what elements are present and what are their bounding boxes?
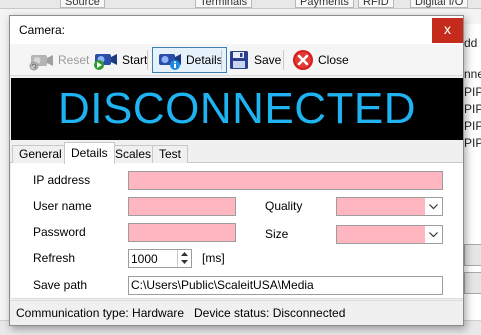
- start-button-label: Start: [122, 53, 148, 67]
- close-icon: [293, 50, 313, 70]
- chevron-down-icon[interactable]: [178, 258, 191, 266]
- background-list-item: nne: [464, 67, 481, 81]
- chevron-down-icon[interactable]: [425, 226, 442, 243]
- reset-button[interactable]: Reset: [24, 47, 93, 73]
- background-tab-strip: Source Terminals Payments RFID Digital I…: [0, 0, 481, 9]
- user-name-field[interactable]: [128, 197, 236, 216]
- chevron-up-icon[interactable]: [178, 250, 191, 258]
- stepper-buttons: [177, 250, 191, 267]
- save-path-label: Save path: [33, 278, 88, 292]
- toolbar-separator: [283, 50, 284, 70]
- quality-select[interactable]: [336, 197, 443, 216]
- size-select[interactable]: [336, 225, 443, 244]
- save-path-input[interactable]: C:\Users\Public\ScaleitUSA\Media: [128, 276, 443, 295]
- details-panel: IP address User name Quality Password Si…: [11, 163, 463, 299]
- save-button[interactable]: Save: [224, 47, 285, 73]
- toolbar: Reset Start Details Save Close: [10, 44, 463, 76]
- save-button-label: Save: [254, 53, 282, 67]
- quality-label: Quality: [265, 199, 303, 213]
- details-button-label: Details: [186, 53, 223, 67]
- start-button[interactable]: Start: [88, 47, 151, 73]
- refresh-value: 1000: [131, 252, 158, 266]
- background-tab[interactable]: Terminals: [195, 0, 253, 8]
- floppy-disk-icon: [230, 51, 248, 69]
- start-camera-icon: [94, 54, 117, 70]
- background-button[interactable]: [464, 272, 481, 294]
- details-camera-icon: [159, 54, 181, 70]
- tab-general[interactable]: General: [12, 145, 69, 163]
- close-button-label: Close: [318, 53, 349, 67]
- window-close-button[interactable]: x: [432, 18, 463, 43]
- toolbar-separator: [221, 50, 222, 70]
- device-status-text: Device status: Disconnected: [194, 306, 346, 320]
- camera-dialog: Camera: x Reset Start Details Save Close…: [9, 15, 464, 326]
- dialog-titlebar[interactable]: Camera: x: [10, 16, 463, 44]
- close-button[interactable]: Close: [288, 47, 353, 73]
- refresh-stepper[interactable]: 1000: [128, 249, 192, 268]
- background-list-item: PIP: [464, 119, 481, 133]
- details-button[interactable]: Details: [152, 47, 227, 73]
- refresh-label: Refresh: [33, 251, 76, 265]
- background-list-item: PIP: [464, 85, 481, 99]
- background-tab[interactable]: Source: [60, 0, 105, 8]
- background-button[interactable]: [464, 244, 481, 266]
- chevron-down-icon[interactable]: [425, 198, 442, 215]
- size-label: Size: [265, 227, 289, 241]
- tab-test[interactable]: Test: [152, 145, 189, 163]
- tab-details[interactable]: Details: [64, 142, 115, 164]
- tab-bar: General Details Scales Test: [10, 141, 463, 164]
- dialog-title: Camera:: [19, 23, 66, 37]
- tab-scales[interactable]: Scales: [108, 145, 159, 163]
- background-tab[interactable]: Payments: [295, 0, 354, 8]
- reset-camera-icon: [29, 55, 53, 71]
- toolbar-separator: [147, 50, 148, 70]
- connection-status-banner: DISCONNECTED: [11, 78, 463, 140]
- refresh-unit: [ms]: [202, 251, 225, 265]
- reset-button-label: Reset: [58, 53, 90, 67]
- background-tab[interactable]: RFID: [358, 0, 394, 8]
- password-field[interactable]: [128, 223, 236, 242]
- communication-type-text: Communication type: Hardware: [16, 306, 185, 320]
- background-list-item: PIP: [464, 136, 481, 150]
- background-tab[interactable]: Digital I/O: [410, 0, 469, 8]
- background-header-text: dd: [464, 36, 478, 50]
- password-label: Password: [33, 225, 86, 239]
- background-list-item: PIP: [464, 102, 481, 116]
- user-name-label: User name: [33, 199, 92, 213]
- status-bar: Communication type: Hardware Device stat…: [10, 300, 463, 325]
- ip-address-field[interactable]: [128, 171, 443, 190]
- connection-status-text: DISCONNECTED: [57, 84, 417, 133]
- ip-address-label: IP address: [33, 173, 91, 187]
